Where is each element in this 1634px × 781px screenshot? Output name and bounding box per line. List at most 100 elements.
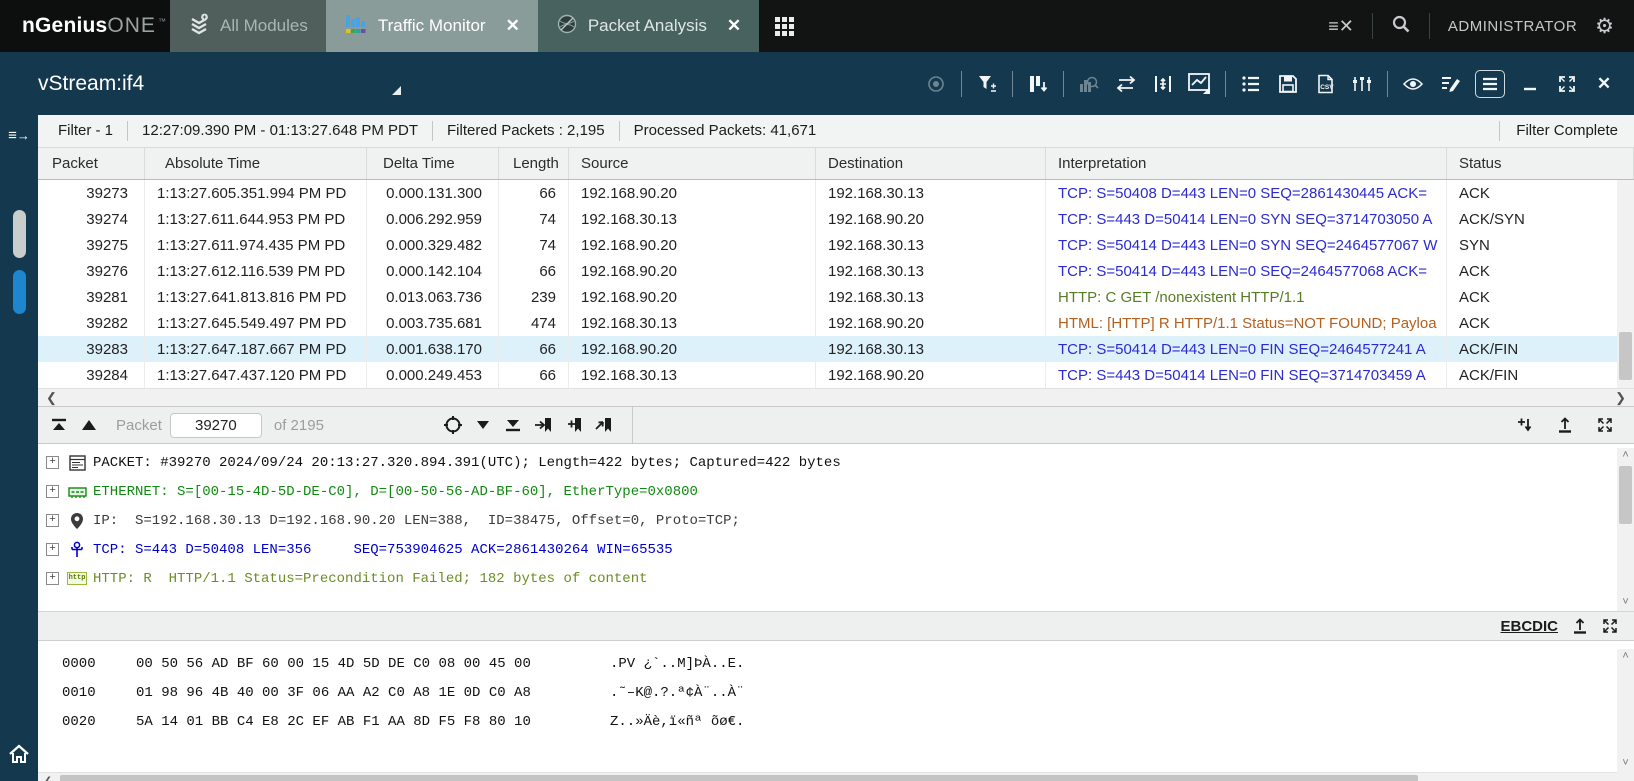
close-icon[interactable]: ✕ <box>1592 72 1616 96</box>
scroll-right-icon[interactable]: ❯ <box>1615 389 1626 407</box>
user-menu[interactable]: ADMINISTRATOR <box>1448 18 1577 35</box>
table-row[interactable]: 39281 1:13:27.641.813.816 PM PD 0.013.063.… <box>38 284 1634 310</box>
table-vertical-scrollbar[interactable] <box>1617 180 1634 388</box>
upload-icon[interactable] <box>1550 411 1580 439</box>
expand-node-icon[interactable]: + <box>46 514 59 527</box>
scroll-down-icon[interactable]: ˅ <box>1617 597 1634 609</box>
expand-pane-icon[interactable] <box>1590 411 1620 439</box>
edit-filter-icon[interactable] <box>1438 72 1462 96</box>
cell-destination: 192.168.30.13 <box>816 336 1046 362</box>
record-icon[interactable] <box>924 72 948 96</box>
col-delta-time[interactable]: Delta Time <box>367 148 499 179</box>
packet-number-input[interactable] <box>169 412 262 438</box>
table-row[interactable]: 39276 1:13:27.612.116.539 PM PD 0.000.142.… <box>38 258 1634 284</box>
cell-packet: 39284 <box>38 362 145 388</box>
detail-row-tcp[interactable]: + TCP: S=443 D=50408 LEN=356 SEQ=7539046… <box>38 535 1634 564</box>
cell-packet: 39274 <box>38 206 145 232</box>
title-dropdown-icon[interactable] <box>392 86 402 95</box>
cell-status: ACK <box>1459 288 1490 306</box>
table-row[interactable]: 39284 1:13:27.647.437.120 PM PD 0.000.249.… <box>38 362 1634 388</box>
cell-packet: 39281 <box>38 284 145 310</box>
hex-row[interactable]: 0010 01 98 96 4B 40 00 3F 06 AA A2 C0 A8… <box>38 678 1634 707</box>
col-absolute-time[interactable]: Absolute Time <box>145 148 367 179</box>
tab-traffic-monitor[interactable]: Traffic Monitor ✕ <box>325 0 538 52</box>
save-icon[interactable] <box>1276 72 1300 96</box>
export-csv-icon[interactable]: CSV <box>1313 72 1337 96</box>
col-status[interactable]: Status <box>1447 148 1634 179</box>
cell-packet: 39273 <box>38 180 145 206</box>
list-view-icon[interactable] <box>1239 72 1263 96</box>
tab-close-icon[interactable]: ✕ <box>506 16 520 36</box>
minimize-icon[interactable] <box>1518 72 1542 96</box>
column-sort-icon[interactable] <box>1026 72 1050 96</box>
table-row[interactable]: 39275 1:13:27.611.974.435 PM PD 0.000.329.… <box>38 232 1634 258</box>
next-dropdown-icon[interactable] <box>468 411 498 439</box>
search-icon[interactable] <box>1391 14 1411 39</box>
scroll-up-icon[interactable]: ˄ <box>1617 651 1634 663</box>
table-row[interactable]: 39273 1:13:27.605.351.994 PM PD 0.000.131.… <box>38 180 1634 206</box>
settings-gear-icon[interactable]: ⚙ <box>1595 14 1614 39</box>
tab-packet-analysis[interactable]: Packet Analysis ✕ <box>537 0 760 52</box>
filter-icon[interactable] <box>975 72 999 96</box>
hex-horizontal-scrollbar[interactable]: ❮ <box>38 772 1617 781</box>
scroll-left-icon[interactable]: ❮ <box>46 389 57 407</box>
cell-delta-time: 0.000.329.482 <box>367 232 499 258</box>
first-packet-icon[interactable] <box>44 411 74 439</box>
cell-length: 239 <box>499 284 569 310</box>
detail-row-ethernet[interactable]: + ETHERNET: S=[00-15-4D-5D-DE-C0], D=[00… <box>38 477 1634 506</box>
cell-interpretation: TCP: S=50414 D=443 LEN=0 FIN SEQ=2464577… <box>1046 336 1447 362</box>
col-interpretation[interactable]: Interpretation <box>1046 148 1447 179</box>
table-row[interactable]: 39283 1:13:27.647.187.667 PM PD 0.001.638.… <box>38 336 1634 362</box>
scroll-up-icon[interactable]: ˄ <box>1617 450 1634 462</box>
expand-node-icon[interactable]: + <box>46 456 59 469</box>
insert-column-icon[interactable] <box>1510 411 1540 439</box>
swap-columns-icon[interactable] <box>1114 72 1138 96</box>
next-bookmark-icon[interactable] <box>588 411 618 439</box>
table-row[interactable]: 39282 1:13:27.645.549.497 PM PD 0.003.735.… <box>38 310 1634 336</box>
goto-bookmark-icon[interactable] <box>528 411 558 439</box>
menu-icon[interactable] <box>1475 69 1505 98</box>
detail-vertical-scrollbar[interactable]: ˄ ˅ <box>1617 448 1634 611</box>
clear-session-icon[interactable]: ≡✕ <box>1328 16 1354 37</box>
col-length[interactable]: Length <box>499 148 569 179</box>
previous-packet-icon[interactable] <box>74 411 104 439</box>
sliders-icon[interactable] <box>1350 72 1374 96</box>
sidebar-scroll-pill-blue[interactable] <box>12 270 26 314</box>
detail-row-packet[interactable]: + PACKET: #39270 2024/09/24 20:13:27.320… <box>38 448 1634 477</box>
col-packet[interactable]: Packet <box>38 148 145 179</box>
app-grid-button[interactable] <box>759 0 810 52</box>
col-destination[interactable]: Destination <box>816 148 1046 179</box>
expand-menu-icon[interactable]: ≡→ <box>0 127 38 144</box>
scroll-down-icon[interactable]: ˅ <box>1617 758 1634 770</box>
cell-length: 74 <box>499 206 569 232</box>
home-icon[interactable] <box>0 744 38 769</box>
goto-packet-icon[interactable] <box>438 411 468 439</box>
detail-row-ip[interactable]: + IP: S=192.168.30.13 D=192.168.90.20 LE… <box>38 506 1634 535</box>
line-chart-icon[interactable] <box>1188 72 1212 96</box>
hex-row[interactable]: 0020 5A 14 01 BB C4 E8 2C EF AB F1 AA 8D… <box>38 707 1634 736</box>
last-packet-icon[interactable] <box>498 411 528 439</box>
table-horizontal-scrollbar[interactable]: ❮ ❯ <box>38 388 1634 406</box>
expand-pane-icon[interactable] <box>1602 612 1618 640</box>
detail-row-http[interactable]: + http HTTP: R HTTP/1.1 Status=Precondit… <box>38 564 1634 593</box>
maximize-icon[interactable] <box>1555 72 1579 96</box>
chart-search-icon[interactable] <box>1077 72 1101 96</box>
eye-icon[interactable] <box>1401 72 1425 96</box>
app-grid-icon <box>775 16 795 36</box>
hex-row[interactable]: 0000 00 50 56 AD BF 60 00 15 4D 5D DE C0… <box>38 649 1634 678</box>
ebcdic-link[interactable]: EBCDIC <box>1500 618 1558 635</box>
add-bookmark-icon[interactable] <box>558 411 588 439</box>
expand-node-icon[interactable]: + <box>46 543 59 556</box>
expand-node-icon[interactable]: + <box>46 485 59 498</box>
table-row[interactable]: 39274 1:13:27.611.644.953 PM PD 0.006.292.… <box>38 206 1634 232</box>
expand-node-icon[interactable]: + <box>46 572 59 585</box>
markers-icon[interactable] <box>1151 72 1175 96</box>
tab-all-modules[interactable]: All Modules <box>170 0 326 52</box>
col-source[interactable]: Source <box>569 148 816 179</box>
cell-source: 192.168.90.20 <box>569 232 816 258</box>
tab-close-icon[interactable]: ✕ <box>727 16 741 36</box>
upload-icon[interactable] <box>1572 612 1588 640</box>
sidebar-scroll-pill-gray[interactable] <box>12 210 26 258</box>
scroll-left-icon[interactable]: ❮ <box>44 773 52 781</box>
hex-vertical-scrollbar[interactable]: ˄ ˅ <box>1617 649 1634 781</box>
